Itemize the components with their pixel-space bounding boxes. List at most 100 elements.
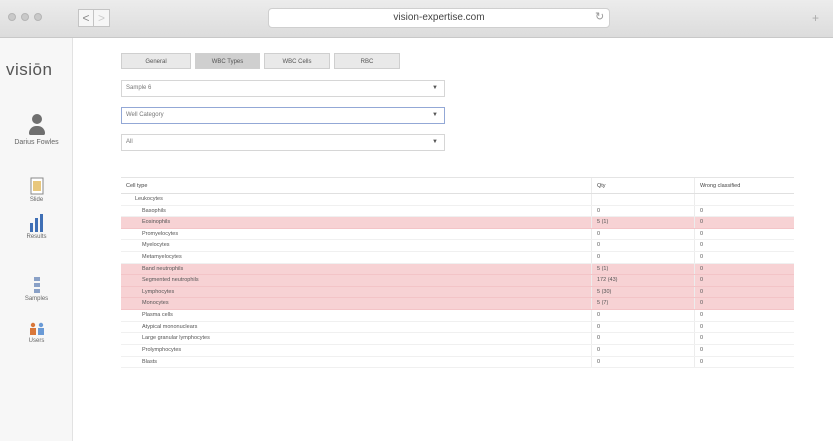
- table-row[interactable]: Plasma cells 0 0: [121, 310, 794, 322]
- cell-type-name: Segmented neutrophils: [121, 275, 592, 286]
- cell-type-name: Lymphocytes: [121, 286, 592, 298]
- zoom-window-button[interactable]: [34, 13, 42, 21]
- cell-type-name: Prolymphocytes: [121, 344, 592, 356]
- cell-wrong-classified: 0: [700, 277, 704, 284]
- tab-general[interactable]: General: [121, 53, 191, 69]
- sidebar-item-slide[interactable]: Slide: [0, 177, 73, 203]
- cell-qty: 0: [592, 344, 695, 356]
- cell-type-name: Basophils: [121, 205, 592, 217]
- sidebar-item-label: Slide: [29, 197, 44, 203]
- cell-qty: 0: [592, 252, 695, 263]
- table-group-row: Leukocytes: [121, 194, 794, 206]
- table-row[interactable]: Segmented neutrophils 172 (43) 0: [121, 275, 794, 287]
- cell-wrong-classified: 0: [700, 312, 704, 319]
- forward-button[interactable]: >: [94, 9, 110, 27]
- cell-qty: 5 (30): [592, 286, 695, 298]
- column-header-cell-type[interactable]: Cell type: [121, 178, 592, 193]
- cell-wrong-classified: 0: [700, 230, 704, 237]
- chevron-down-icon: ▼: [432, 85, 438, 91]
- view-tabs: General WBC Types WBC Cells RBC: [121, 53, 404, 69]
- sidebar-item-results[interactable]: Results: [0, 214, 73, 240]
- slide-icon: [30, 177, 43, 195]
- table-row[interactable]: Large granular lymphocytes 0 0: [121, 333, 794, 345]
- cell-wrong-classified: 0: [700, 254, 704, 261]
- cell-wrong-classified: 0: [700, 265, 704, 272]
- table-body: Basophils 0 0 Eosinophils 5 (1) 0 Promyelocyte…: [121, 205, 794, 369]
- chevron-down-icon: ▼: [432, 139, 438, 145]
- scope-select-value: All: [126, 139, 133, 145]
- cell-wrong-classified: 0: [700, 358, 704, 365]
- close-window-button[interactable]: [8, 13, 16, 21]
- cell-wrong-classified: 0: [700, 207, 704, 214]
- chevron-down-icon: ▼: [432, 112, 438, 118]
- reload-icon[interactable]: ↻: [595, 10, 604, 23]
- cell-type-name: Band neutrophils: [121, 263, 592, 275]
- table-row[interactable]: Prolymphocytes 0 0: [121, 344, 794, 357]
- sidebar-item-label: Samples: [24, 296, 49, 302]
- table-row[interactable]: Band neutrophils 5 (1) 0: [121, 263, 794, 276]
- table-row[interactable]: Atypical mononuclears 0 0: [121, 321, 794, 334]
- cell-wrong-classified: 0: [700, 219, 704, 226]
- table-row[interactable]: Promyelocytes 0 0: [121, 228, 794, 241]
- scope-select[interactable]: All ▼: [121, 134, 445, 151]
- group-label: Leukocytes: [121, 194, 592, 205]
- browser-toolbar: < > vision-expertise.com ↻ +: [0, 0, 833, 38]
- sample-select[interactable]: Sample 6 ▼: [121, 80, 445, 97]
- sidebar-item-label: Results: [26, 234, 47, 240]
- cell-type-name: Monocytes: [121, 298, 592, 310]
- table-row[interactable]: Monocytes 5 (7) 0: [121, 298, 794, 311]
- cell-qty: 0: [592, 228, 695, 240]
- cell-qty: 0: [592, 356, 695, 368]
- cell-qty: 172 (43): [592, 275, 695, 286]
- address-bar[interactable]: vision-expertise.com: [268, 8, 610, 28]
- cell-wrong-classified: 0: [700, 300, 704, 307]
- cell-wrong-classified: 0: [700, 288, 704, 295]
- table-header-row: Cell type Qty Wrong classified: [121, 178, 794, 194]
- cell-type-name: Myelocytes: [121, 240, 592, 252]
- table-row[interactable]: Eosinophils 5 (1) 0: [121, 217, 794, 229]
- column-header-wrong-classified[interactable]: Wrong classified: [695, 178, 794, 193]
- cell-qty: 0: [592, 321, 695, 333]
- table-row[interactable]: Blasts 0 0: [121, 356, 794, 369]
- cell-qty: 5 (1): [592, 217, 695, 228]
- table-row[interactable]: Myelocytes 0 0: [121, 240, 794, 253]
- tab-rbc[interactable]: RBC: [334, 53, 400, 69]
- table-row[interactable]: Basophils 0 0: [121, 205, 794, 218]
- cell-qty: 0: [592, 333, 695, 344]
- cell-type-name: Promyelocytes: [121, 228, 592, 240]
- tab-wbc-cells[interactable]: WBC Cells: [264, 53, 330, 69]
- window-controls: [8, 13, 42, 21]
- sidebar-item-users[interactable]: Users: [0, 322, 73, 344]
- sidebar-item-label: Users: [28, 338, 45, 344]
- users-icon: [29, 322, 44, 335]
- minimize-window-button[interactable]: [21, 13, 29, 21]
- new-tab-button[interactable]: +: [812, 11, 819, 25]
- sidebar: visiōn Darius Fowles Slide Results Sampl…: [0, 38, 73, 441]
- cell-type-name: Blasts: [121, 356, 592, 368]
- table-row[interactable]: Metamyelocytes 0 0: [121, 252, 794, 264]
- table-row[interactable]: Lymphocytes 5 (30) 0: [121, 286, 794, 299]
- avatar[interactable]: [29, 114, 45, 136]
- category-select[interactable]: Well Category ▼: [121, 107, 445, 124]
- samples-icon: [33, 277, 40, 293]
- cell-qty: 5 (7): [592, 298, 695, 310]
- cell-type-name: Metamyelocytes: [121, 252, 592, 263]
- cell-type-name: Eosinophils: [121, 217, 592, 228]
- category-select-value: Well Category: [126, 112, 164, 118]
- back-button[interactable]: <: [78, 9, 94, 27]
- sample-select-value: Sample 6: [126, 85, 152, 91]
- cell-wrong-classified: 0: [700, 323, 704, 330]
- column-header-qty[interactable]: Qty: [592, 178, 695, 193]
- cell-qty: 5 (1): [592, 263, 695, 275]
- sidebar-item-samples[interactable]: Samples: [0, 276, 73, 302]
- tab-wbc-types[interactable]: WBC Types: [195, 53, 260, 69]
- bar-chart-icon: [29, 214, 43, 232]
- user-name[interactable]: Darius Fowles: [0, 139, 73, 146]
- cell-qty: 0: [592, 310, 695, 321]
- cell-types-table: Cell type Qty Wrong classified Leukocyte…: [121, 177, 794, 369]
- history-nav: < >: [78, 9, 110, 27]
- cell-qty: 0: [592, 205, 695, 217]
- cell-type-name: Atypical mononuclears: [121, 321, 592, 333]
- app-logo[interactable]: visiōn: [6, 60, 52, 80]
- cell-wrong-classified: 0: [700, 346, 704, 353]
